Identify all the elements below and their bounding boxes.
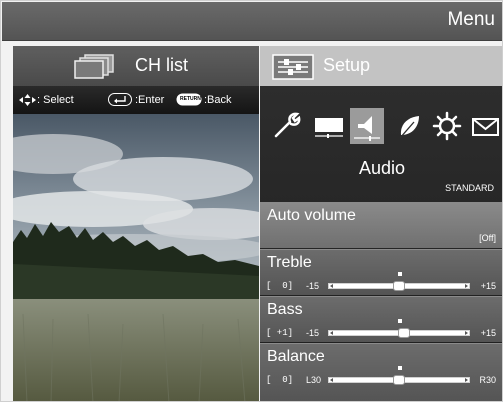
eco-leaf-icon[interactable] [392, 108, 426, 144]
ch-list-icon [73, 54, 117, 80]
slider-right-arrow-icon [465, 284, 468, 288]
slider-min-label: -15 [306, 328, 320, 338]
slider-center-mark [398, 366, 402, 370]
audio-preset-label: STANDARD [445, 183, 494, 193]
slider-center-mark [398, 272, 402, 276]
slider-center-mark [398, 319, 402, 323]
slider-right-arrow-icon [465, 378, 468, 382]
mail-icon[interactable] [468, 108, 502, 144]
item-label: Balance [267, 348, 325, 365]
category-title: Audio [358, 158, 406, 178]
key-hint-bar: : Select :Enter RETURN :Back [13, 86, 259, 114]
item-label: Bass [267, 301, 303, 318]
menu-item-bass[interactable]: Bass [ +1] -15 +15 [260, 296, 502, 342]
slider-max-label: +15 [480, 328, 496, 338]
slider-thumb[interactable] [393, 375, 405, 385]
item-value: [Off] [479, 233, 496, 243]
slider-left-arrow-icon [330, 378, 333, 382]
menu-header-bar: Menu [2, 2, 502, 41]
hint-enter: :Enter [135, 94, 165, 106]
gear-icon[interactable] [430, 108, 464, 144]
hint-back: :Back [204, 94, 232, 106]
tab-setup[interactable]: Setup [260, 46, 502, 86]
slider-max-label: R30 [479, 375, 496, 385]
slider-right-arrow-icon [465, 331, 468, 335]
wrench-icon[interactable] [270, 108, 304, 144]
item-current-value: [ 0] [266, 281, 294, 291]
balance-slider[interactable] [328, 366, 470, 385]
treble-slider[interactable] [328, 272, 470, 291]
slider-thumb[interactable] [398, 328, 410, 338]
item-current-value: [ 0] [266, 375, 294, 385]
menu-item-treble[interactable]: Treble [ 0] -15 +15 [260, 249, 502, 295]
item-current-value: [ +1] [266, 328, 294, 338]
slider-thumb[interactable] [393, 281, 405, 291]
tab-ch-list-label: CH list [135, 55, 188, 75]
tv-preview-image [13, 114, 259, 401]
item-label: Auto volume [267, 207, 356, 224]
setup-sliders-icon [272, 54, 314, 80]
tab-setup-label: Setup [323, 55, 371, 75]
slider-min-label: L30 [306, 375, 322, 385]
slider-min-label: -15 [306, 281, 320, 291]
bass-slider[interactable] [328, 319, 470, 338]
category-icon-row [268, 108, 502, 148]
audio-speaker-icon[interactable] [350, 108, 384, 144]
menu-title: Menu [447, 9, 495, 30]
dpad-arrows-icon [19, 94, 36, 106]
setup-panel: Audio STANDARD Auto volume [Off] Treble … [260, 86, 502, 401]
return-key-label: RETURN [180, 96, 201, 102]
slider-left-arrow-icon [330, 331, 333, 335]
hint-select: : Select [37, 94, 74, 106]
picture-icon[interactable] [312, 108, 346, 144]
enter-key-icon [108, 93, 132, 106]
slider-left-arrow-icon [330, 284, 333, 288]
menu-item-balance[interactable]: Balance [ 0] L30 R30 [260, 343, 502, 401]
tv-menu-screen: Menu CH list Setup: Select:Enter RETUR… [0, 0, 503, 402]
tab-ch-list[interactable]: CH list [13, 46, 259, 86]
menu-item-auto-volume[interactable]: Auto volume [Off] [260, 202, 502, 248]
item-label: Treble [267, 254, 312, 271]
slider-max-label: +15 [480, 281, 496, 291]
